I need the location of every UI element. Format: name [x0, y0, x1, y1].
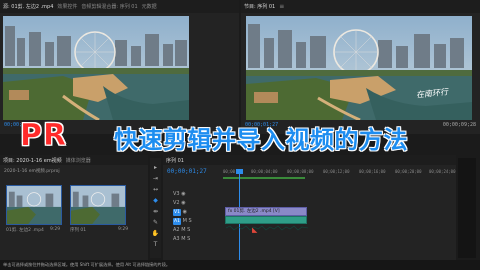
solo-icon[interactable]: S [187, 227, 190, 233]
track-id: V2 [173, 200, 180, 206]
program-monitor-tabs: 节目: 序列 01 ≡ [241, 0, 480, 13]
project-sequence-duration: 9:29 [118, 227, 129, 232]
status-bar: 单击可选择或按住并拖动选择区域。使用 Shift 可扩展选择。使用 Alt 可选… [0, 260, 480, 270]
eye-icon[interactable]: ◉ [181, 191, 185, 197]
status-text: 单击可选择或按住并拖动选择区域。使用 Shift 可扩展选择。使用 Alt 可选… [3, 262, 171, 267]
project-item-thumb[interactable] [6, 185, 62, 225]
source-monitor-panel: 源: 01剪. 左边2 .mp4 效果控件 音频剪辑混合器: 序列 01 元数据… [0, 0, 239, 134]
program-monitor-panel: 节目: 序列 01 ≡ 在南环行 00;00;01;27 00;00;09;28 [241, 0, 480, 134]
pen-tool-icon[interactable]: ✎ [153, 219, 158, 226]
ruler-label: 00;00;20;00 [395, 169, 422, 174]
timeline-panel: 序列 01 00;00;01;27 00;00 00;00;04;00 00;0… [163, 155, 456, 260]
city-scene-image [3, 16, 189, 120]
track-a2[interactable]: A2 M S [173, 227, 190, 233]
playhead-handle[interactable] [236, 169, 243, 174]
audio-waveform [225, 225, 309, 231]
project-panel: 项目: 2020-1-16 em视频 媒体浏览器 2020-1-16 em视频.… [0, 155, 148, 260]
project-sequence-name: 序列 01 [70, 228, 87, 233]
track-v2[interactable]: V2 ◉ [173, 200, 186, 206]
ruler-label: 00;00;16;00 [359, 169, 386, 174]
slip-tool-icon[interactable]: ⇹ [153, 208, 158, 215]
project-item-duration: 9:29 [50, 227, 61, 232]
track-id: A3 [173, 236, 180, 242]
panel-menu-icon[interactable]: ≡ [279, 3, 284, 10]
timeline-tabs: 序列 01 [163, 155, 456, 165]
eye-icon[interactable]: ◉ [183, 209, 187, 215]
tools-panel: ▸ ⇥ ↔ ◆ ⇹ ✎ ✋ T [150, 158, 161, 258]
razor-tool-icon[interactable]: ◆ [153, 197, 158, 204]
overlay-title-chinese: 快速剪辑并导入视频的方法 [114, 126, 408, 154]
mute-icon[interactable]: M [181, 236, 185, 242]
project-path: 2020-1-16 em视频.prproj [4, 169, 60, 174]
tab-project[interactable]: 项目: 2020-1-16 em视频 [3, 157, 62, 164]
ruler-label: 00;00;24;00 [429, 169, 456, 174]
tab-effect-controls[interactable]: 效果控件 [57, 3, 77, 10]
program-video-frame[interactable]: 在南环行 [246, 16, 472, 120]
tab-program[interactable]: 节目: 序列 01 [244, 3, 275, 10]
project-item-name: 01剪. 左边2 .mp4 [6, 228, 44, 233]
track-a3[interactable]: A3 M S [173, 236, 190, 242]
source-video-frame[interactable] [3, 16, 189, 120]
audio-meter [458, 158, 476, 258]
tab-media-browser[interactable]: 媒体浏览器 [66, 157, 91, 164]
clip-thumbnail-image [7, 186, 61, 224]
ruler-label: 00;00;04;00 [251, 169, 278, 174]
track-v1[interactable]: V1 ◉ [173, 209, 187, 216]
project-panel-tabs: 项目: 2020-1-16 em视频 媒体浏览器 [0, 155, 148, 165]
track-v3[interactable]: V3 ◉ [173, 191, 186, 197]
tab-metadata[interactable]: 元数据 [142, 3, 157, 10]
city-scene-image [246, 16, 472, 120]
track-id: V3 [173, 191, 180, 197]
selection-tool-icon[interactable]: ▸ [154, 164, 157, 171]
ruler-label: 00;00;12;00 [323, 169, 350, 174]
ruler-label: 00;00 [223, 169, 236, 174]
overlay-title-pr: PR [20, 118, 68, 154]
project-sequence-thumb[interactable] [70, 185, 126, 225]
video-clip[interactable]: fx 01剪. 左边2 .mp4 [V] [225, 207, 307, 216]
work-area-bar[interactable] [223, 177, 305, 179]
tab-sequence[interactable]: 序列 01 [166, 157, 184, 164]
audio-clip[interactable] [225, 216, 309, 231]
timeline-timecode: 00;00;01;27 [167, 168, 207, 175]
timeline-ruler[interactable]: 00;00 00;00;04;00 00;00;08;00 00;00;12;0… [223, 169, 456, 177]
sequence-thumbnail-image [71, 186, 125, 224]
edit-marker-icon: ◣ [252, 226, 258, 234]
solo-icon[interactable]: S [187, 236, 190, 242]
solo-icon[interactable]: S [189, 218, 192, 224]
track-target-v1[interactable]: V1 [173, 209, 181, 216]
track-a1[interactable]: A1 M S [173, 218, 192, 225]
source-monitor-tabs: 源: 01剪. 左边2 .mp4 效果控件 音频剪辑混合器: 序列 01 元数据 [0, 0, 239, 13]
eye-icon[interactable]: ◉ [181, 200, 185, 206]
ripple-edit-tool-icon[interactable]: ↔ [153, 186, 158, 193]
track-select-tool-icon[interactable]: ⇥ [153, 175, 158, 182]
track-id: A2 [173, 227, 180, 233]
tab-source[interactable]: 源: 01剪. 左边2 .mp4 [3, 3, 53, 10]
ruler-label: 00;00;08;00 [287, 169, 314, 174]
track-target-a1[interactable]: A1 [173, 218, 181, 225]
mute-icon[interactable]: M [181, 227, 185, 233]
type-tool-icon[interactable]: T [154, 241, 158, 248]
program-duration: 00;00;09;28 [442, 122, 476, 128]
hand-tool-icon[interactable]: ✋ [152, 230, 159, 237]
mute-icon[interactable]: M [183, 218, 187, 224]
tab-audio-mixer[interactable]: 音频剪辑混合器: 序列 01 [81, 3, 137, 10]
